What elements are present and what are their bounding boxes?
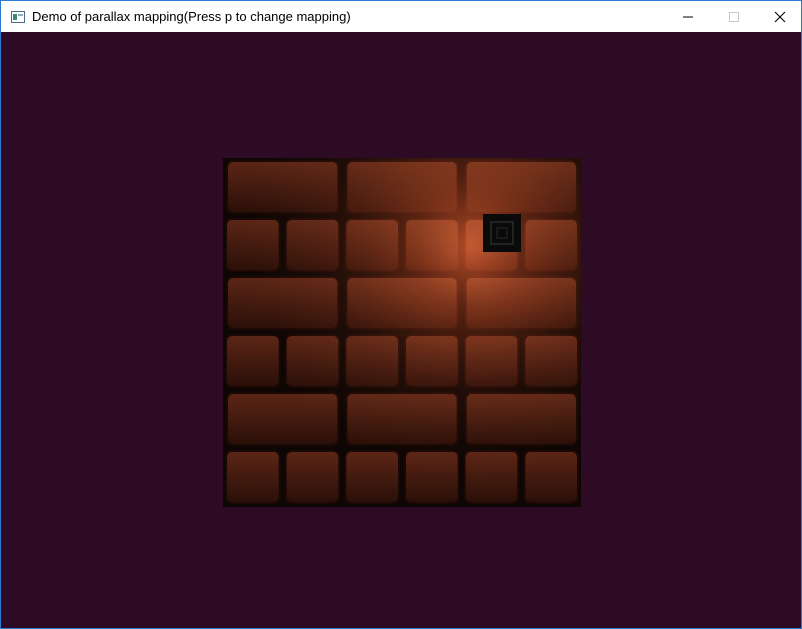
brick-wall-scene <box>223 158 581 507</box>
close-icon <box>774 11 786 23</box>
close-button[interactable] <box>757 1 801 32</box>
light-source-cube <box>483 214 521 252</box>
light-glow <box>223 158 581 507</box>
minimize-icon <box>683 12 693 22</box>
app-window: Demo of parallax mapping(Press p to chan… <box>0 0 802 629</box>
title-bar[interactable]: Demo of parallax mapping(Press p to chan… <box>1 1 801 32</box>
render-viewport[interactable] <box>1 32 801 628</box>
app-window-icon <box>11 10 25 23</box>
minimize-button[interactable] <box>665 1 711 32</box>
maximize-button[interactable] <box>711 1 757 32</box>
window-title: Demo of parallax mapping(Press p to chan… <box>32 9 351 24</box>
maximize-icon <box>729 11 739 22</box>
